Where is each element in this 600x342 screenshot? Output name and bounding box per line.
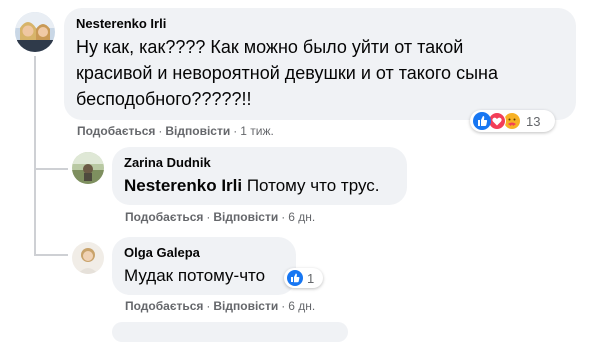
- reaction-count: 1: [307, 270, 315, 286]
- like-icon: [473, 112, 491, 130]
- comment-author[interactable]: Olga Galepa: [124, 245, 200, 260]
- like-button[interactable]: Подобається: [77, 124, 155, 138]
- comment-author[interactable]: Zarina Dudnik: [124, 155, 211, 170]
- comment-author[interactable]: Nesterenko Irli: [76, 16, 166, 31]
- comment-text: Nesterenko Irli Потому что трус.: [124, 176, 380, 196]
- comment-time[interactable]: 6 дн.: [288, 299, 315, 313]
- reply-button[interactable]: Відповісти: [213, 210, 278, 224]
- comment-time[interactable]: 1 тиж.: [240, 124, 274, 138]
- comment-actions: Подобається · Відповісти · 6 дн.: [125, 299, 316, 313]
- reaction-count: 13: [526, 113, 541, 129]
- like-button[interactable]: Подобається: [125, 299, 203, 313]
- comment-actions: Подобається · Відповісти · 6 дн.: [125, 210, 316, 224]
- thread-line: [34, 56, 36, 256]
- like-icon: [287, 270, 303, 286]
- reactions-summary[interactable]: 1: [284, 268, 323, 288]
- comment-time[interactable]: 6 дн.: [288, 210, 315, 224]
- comment-text-line: бесподобного?????!!: [76, 89, 252, 109]
- thread-line-branch: [34, 254, 68, 256]
- comment-bubble-partial: [112, 322, 348, 342]
- comment-text: Мудак потому-что: [124, 266, 266, 285]
- thread-line-branch: [34, 168, 68, 170]
- reply-button[interactable]: Відповісти: [213, 299, 278, 313]
- comment-text-line: Ну как, как???? Как можно было уйти от т…: [76, 37, 464, 57]
- mention-link[interactable]: Nesterenko Irli: [124, 176, 242, 195]
- avatar[interactable]: [15, 12, 55, 52]
- comment-text-line: красивой и невороятной девушки и от тако…: [76, 63, 498, 83]
- comment-text-body: Потому что трус.: [242, 176, 380, 195]
- avatar[interactable]: [72, 152, 104, 184]
- reactions-summary[interactable]: 13: [470, 110, 555, 132]
- comment-actions: Подобається · Відповісти · 1 тиж.: [77, 124, 274, 138]
- like-button[interactable]: Подобається: [125, 210, 203, 224]
- avatar[interactable]: [72, 242, 104, 274]
- reply-button[interactable]: Відповісти: [165, 124, 230, 138]
